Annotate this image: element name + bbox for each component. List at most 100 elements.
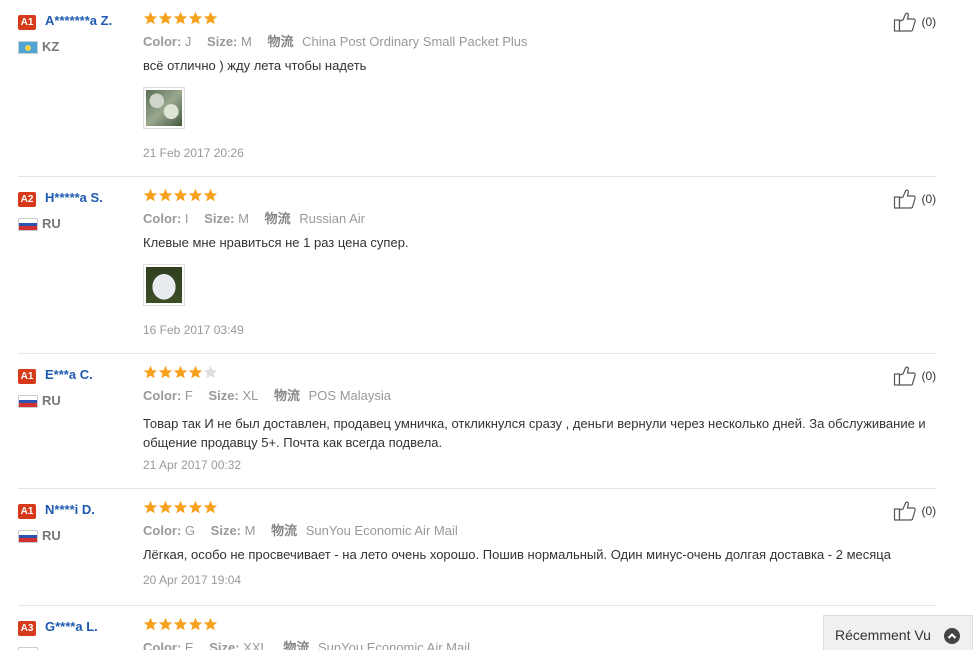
color-label: Color: [143, 640, 182, 650]
star-filled-icon [143, 11, 158, 26]
shipping-value: SunYou Economic Air Mail [318, 640, 471, 650]
shipping-value: POS Malaysia [308, 388, 391, 403]
star-filled-icon [158, 365, 173, 380]
size-value: M [241, 34, 252, 49]
thumbs-up-icon[interactable] [893, 11, 917, 33]
thumbs-up-icon[interactable] [893, 188, 917, 210]
order-attributes: Color: E Size: XXL 物流 SunYou Economic Ai… [143, 637, 482, 650]
review-date: 16 Feb 2017 03:49 [143, 323, 244, 337]
star-filled-icon [173, 188, 188, 203]
helpful-button[interactable]: (0) [893, 500, 936, 522]
review-date: 21 Feb 2017 20:26 [143, 146, 244, 160]
star-filled-icon [173, 500, 188, 515]
color-value: I [184, 211, 189, 226]
shipping-label: 物流 [273, 388, 300, 403]
helpful-count: (0) [921, 15, 937, 29]
star-rating [143, 365, 218, 383]
recently-viewed-tab[interactable]: Récemment Vu [823, 615, 973, 650]
review-photo[interactable] [143, 87, 185, 129]
star-filled-icon [158, 188, 173, 203]
level-badge: A2 [18, 192, 36, 207]
star-filled-icon [173, 617, 188, 632]
review-text: Товар так И не был доставлен, продавец у… [143, 416, 926, 450]
helpful-count: (0) [921, 369, 937, 383]
review-text: Клевые мне нравиться не 1 раз цена супер… [143, 235, 409, 250]
star-filled-icon [188, 617, 203, 632]
divider [18, 353, 936, 354]
star-empty-icon [203, 365, 218, 380]
country-code: RU [42, 528, 61, 543]
review-date: 21 Apr 2017 00:32 [143, 458, 242, 472]
color-value: F [184, 388, 193, 403]
size-label: Size: [209, 640, 240, 650]
size-label: Size: [204, 211, 235, 226]
color-label: Color: [143, 523, 182, 538]
country-code: KZ [42, 39, 60, 54]
review-photo[interactable] [143, 264, 185, 306]
star-filled-icon [203, 617, 218, 632]
recently-viewed-label: Récemment Vu [835, 627, 931, 643]
helpful-count: (0) [921, 192, 937, 206]
color-label: Color: [143, 34, 182, 49]
reviewer-name[interactable]: A*******a Z. [45, 13, 112, 28]
ru-flag-icon [18, 530, 38, 543]
star-filled-icon [188, 500, 203, 515]
color-value: E [184, 640, 194, 650]
review-text: всё отлично ) жду лета чтобы надеть [143, 58, 367, 73]
star-filled-icon [158, 11, 173, 26]
reviewer-name[interactable]: H*****a S. [45, 190, 103, 205]
star-filled-icon [143, 500, 158, 515]
level-badge: A1 [18, 15, 36, 30]
review-date: 20 Apr 2017 19:04 [143, 573, 242, 587]
chevron-up-icon[interactable] [944, 628, 960, 644]
level-badge: A3 [18, 621, 36, 636]
star-rating [143, 188, 218, 206]
thumbs-up-icon[interactable] [893, 500, 917, 522]
star-filled-icon [203, 500, 218, 515]
color-value: J [184, 34, 192, 49]
reviewer-name[interactable]: E***a C. [45, 367, 93, 382]
size-value: M [244, 523, 256, 538]
thumbs-up-icon[interactable] [893, 365, 917, 387]
level-badge: A1 [18, 504, 36, 519]
divider [18, 488, 936, 489]
shipping-label: 物流 [264, 211, 291, 226]
shipping-value: Russian Air [299, 211, 365, 226]
star-rating [143, 617, 218, 635]
size-label: Size: [208, 388, 239, 403]
color-label: Color: [143, 388, 182, 403]
size-label: Size: [210, 523, 241, 538]
star-rating [143, 500, 218, 518]
shipping-label: 物流 [267, 34, 294, 49]
review-text: Лёгкая, особо не просвечивает - на лето … [143, 547, 891, 562]
size-value: XXL [243, 640, 268, 650]
order-attributes: Color: J Size: M 物流 China Post Ordinary … [143, 31, 540, 50]
star-filled-icon [143, 617, 158, 632]
star-filled-icon [173, 365, 188, 380]
ru-flag-icon [18, 395, 38, 408]
helpful-button[interactable]: (0) [893, 11, 936, 33]
star-filled-icon [188, 188, 203, 203]
shipping-label: 物流 [283, 640, 310, 650]
shipping-label: 物流 [271, 523, 298, 538]
size-value: M [238, 211, 249, 226]
star-filled-icon [158, 617, 173, 632]
ru-flag-icon [18, 218, 38, 231]
order-attributes: Color: G Size: M 物流 SunYou Economic Air … [143, 520, 470, 539]
color-value: G [184, 523, 196, 538]
reviewer-name[interactable]: G****a L. [45, 619, 98, 634]
star-filled-icon [188, 11, 203, 26]
color-label: Color: [143, 211, 182, 226]
reviewer-name[interactable]: N****i D. [45, 502, 95, 517]
star-filled-icon [173, 11, 188, 26]
divider [18, 605, 936, 606]
star-filled-icon [203, 188, 218, 203]
size-label: Size: [207, 34, 238, 49]
helpful-button[interactable]: (0) [893, 188, 936, 210]
level-badge: A1 [18, 369, 36, 384]
shipping-value: SunYou Economic Air Mail [305, 523, 458, 538]
helpful-button[interactable]: (0) [893, 365, 936, 387]
star-filled-icon [203, 11, 218, 26]
star-rating [143, 11, 218, 29]
star-filled-icon [158, 500, 173, 515]
